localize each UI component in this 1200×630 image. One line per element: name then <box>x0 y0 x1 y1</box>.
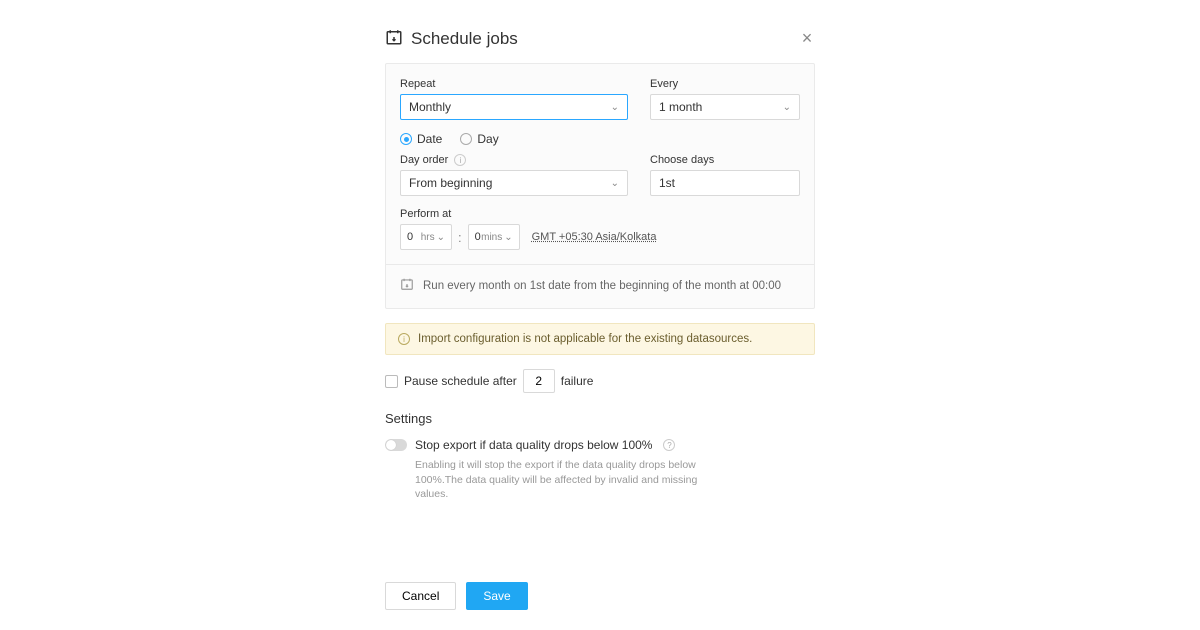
choosedays-select[interactable]: 1st <box>650 170 800 196</box>
mode-day-label: Day <box>477 132 498 146</box>
dayorder-select[interactable]: From beginning ⌄ <box>400 170 628 196</box>
perform-label: Perform at <box>400 208 800 220</box>
cancel-button[interactable]: Cancel <box>385 582 456 610</box>
summary-text: Run every month on 1st date from the beg… <box>423 280 781 292</box>
choosedays-value: 1st <box>659 176 675 190</box>
chevron-down-icon: ⌄ <box>611 102 619 113</box>
mode-radiogroup: Date Day <box>400 132 800 146</box>
repeat-value: Monthly <box>409 100 451 114</box>
pause-count-input[interactable] <box>523 369 555 393</box>
mode-radio-day[interactable]: Day <box>460 132 498 146</box>
stop-export-toggle[interactable] <box>385 439 407 451</box>
alert-info-icon: i <box>398 333 410 345</box>
modal-title: Schedule jobs <box>411 29 518 49</box>
stop-export-help: Enabling it will stop the export if the … <box>415 458 725 502</box>
mode-radio-date[interactable]: Date <box>400 132 442 146</box>
radio-checked-icon <box>400 133 412 145</box>
calendar-small-icon <box>400 277 414 294</box>
hours-value: 0 <box>407 231 413 243</box>
modal-footer: Cancel Save <box>385 582 528 630</box>
info-icon[interactable]: i <box>454 154 466 166</box>
repeat-select[interactable]: Monthly ⌄ <box>400 94 628 120</box>
import-notice: i Import configuration is not applicable… <box>385 323 815 355</box>
dayorder-value: From beginning <box>409 176 492 190</box>
repeat-label: Repeat <box>400 78 628 90</box>
mins-value: 0 <box>475 231 481 243</box>
time-separator: : <box>458 230 462 245</box>
dayorder-label: Day order i <box>400 154 628 166</box>
info-icon[interactable]: ? <box>663 439 675 451</box>
every-value: 1 month <box>659 100 702 114</box>
radio-unchecked-icon <box>460 133 472 145</box>
timezone-link[interactable]: GMT +05:30 Asia/Kolkata <box>532 231 657 243</box>
chevron-down-icon: ⌄ <box>783 102 791 113</box>
chevron-down-icon: ⌄ <box>504 232 512 243</box>
pause-schedule-row: Pause schedule after failure <box>385 369 815 393</box>
schedule-summary: Run every month on 1st date from the beg… <box>400 277 800 294</box>
schedule-jobs-modal: Schedule jobs × Repeat Monthly ⌄ Every 1… <box>385 28 815 502</box>
settings-heading: Settings <box>385 411 815 426</box>
notice-text: Import configuration is not applicable f… <box>418 333 752 345</box>
chevron-down-icon: ⌄ <box>611 178 619 189</box>
hours-select[interactable]: 0 hrs ⌄ <box>400 224 452 250</box>
mins-select[interactable]: 0 mins ⌄ <box>468 224 520 250</box>
schedule-panel: Repeat Monthly ⌄ Every 1 month ⌄ Date <box>385 63 815 309</box>
every-label: Every <box>650 78 800 90</box>
chevron-down-icon: ⌄ <box>437 232 445 243</box>
divider <box>386 264 814 265</box>
modal-header: Schedule jobs × <box>385 28 815 49</box>
mode-date-label: Date <box>417 132 442 146</box>
calendar-icon <box>385 28 403 49</box>
close-icon[interactable]: × <box>799 30 815 46</box>
choosedays-label: Choose days <box>650 154 800 166</box>
pause-prefix: Pause schedule after <box>404 374 517 388</box>
every-select[interactable]: 1 month ⌄ <box>650 94 800 120</box>
pause-suffix: failure <box>561 374 594 388</box>
save-button[interactable]: Save <box>466 582 527 610</box>
stop-export-label: Stop export if data quality drops below … <box>415 438 652 452</box>
pause-checkbox[interactable] <box>385 375 398 388</box>
